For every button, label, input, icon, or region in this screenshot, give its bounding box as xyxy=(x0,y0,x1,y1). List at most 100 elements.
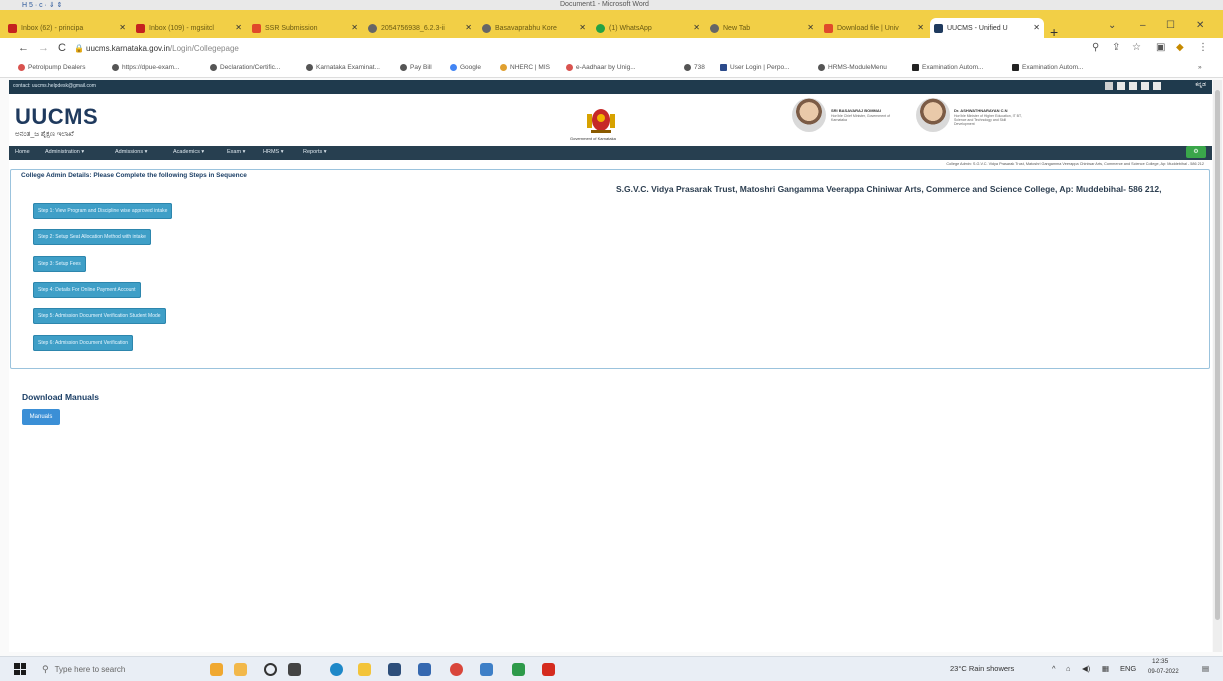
settings-button[interactable]: ⚙ xyxy=(1186,146,1206,158)
close-icon[interactable]: ✕ xyxy=(917,23,924,32)
menu-administration[interactable]: Administration ▾ xyxy=(45,149,84,155)
taskbar-search[interactable]: ⚲ Type here to search xyxy=(42,661,192,677)
share-icon[interactable]: ⇪ xyxy=(1112,42,1120,53)
reload-icon[interactable]: C xyxy=(58,42,66,54)
menu-reports[interactable]: Reports ▾ xyxy=(303,149,327,155)
step-6-button[interactable]: Step 6: Admission Document Verification xyxy=(33,335,134,351)
clock-date[interactable]: 09-07-2022 xyxy=(1148,669,1179,675)
weather-status[interactable]: 23°C Rain showers xyxy=(950,664,1014,673)
bookmark-exam-auto-1[interactable]: Examination Autom... xyxy=(912,64,983,71)
back-icon[interactable]: ← xyxy=(18,42,29,54)
network-icon[interactable]: ⌂ xyxy=(1066,664,1071,673)
contrast-icon[interactable] xyxy=(1141,82,1149,90)
notification-icon[interactable]: ▤ xyxy=(1202,664,1209,673)
acrobat-icon[interactable] xyxy=(542,663,555,676)
close-icon[interactable]: ✕ xyxy=(579,23,586,32)
extension-icon[interactable]: ◆ xyxy=(1176,42,1184,53)
photos-icon[interactable] xyxy=(480,663,493,676)
close-icon[interactable]: ✕ xyxy=(807,23,814,32)
bookmark-eaadhaar[interactable]: e-Aadhaar by Unig... xyxy=(566,64,636,71)
chrome-taskbar-icon[interactable] xyxy=(450,663,463,676)
bookmark-icon xyxy=(566,64,573,71)
close-icon[interactable]: ✕ xyxy=(465,23,472,32)
bookmark-nherc[interactable]: NHERC | MIS xyxy=(500,64,550,71)
store-icon[interactable] xyxy=(388,663,401,676)
language-toggle[interactable]: ಕನ್ನಡ xyxy=(1195,82,1206,89)
menu-dots-icon[interactable]: ⋮ xyxy=(1198,42,1208,53)
step-4-button[interactable]: Step 4: Details For Online Payment Accou… xyxy=(33,282,141,298)
bookmark-petrolpump[interactable]: Petrolpump Dealers xyxy=(18,64,85,71)
tab-new-tab[interactable]: New Tab ✕ xyxy=(706,18,818,38)
font-size-icon[interactable] xyxy=(1105,82,1113,90)
page-scrollbar[interactable] xyxy=(1213,80,1222,652)
cortana-icon[interactable] xyxy=(264,663,277,676)
close-window-icon[interactable]: ✕ xyxy=(1196,20,1204,31)
clock-time[interactable]: 12:35 xyxy=(1152,658,1168,665)
menu-academics[interactable]: Academics ▾ xyxy=(173,149,204,155)
bookmark-dpue[interactable]: https://dpue-exam... xyxy=(112,64,179,71)
widgets-icon[interactable] xyxy=(210,663,223,676)
minimize-icon[interactable]: – xyxy=(1140,20,1146,31)
bookmark-user-login[interactable]: User Login | Perpo... xyxy=(720,64,790,71)
step-3-button[interactable]: Step 3: Setup Fees xyxy=(33,256,86,272)
tab-basavaprabhu-kore[interactable]: Basavaprabhu Kore ✕ xyxy=(478,18,590,38)
weather-app-icon[interactable] xyxy=(234,663,247,676)
contact-email[interactable]: contact: uucms.helpdesk@gmail.com xyxy=(13,83,96,89)
url-field[interactable]: uucms.karnataka.gov.in/Login/Collegepage xyxy=(86,44,239,53)
excel-icon[interactable] xyxy=(512,663,525,676)
file-explorer-icon[interactable] xyxy=(358,663,371,676)
close-icon[interactable]: ✕ xyxy=(693,23,700,32)
tab-search-icon[interactable]: ⌄ xyxy=(1108,20,1116,31)
globe-icon xyxy=(210,64,217,71)
tab-inbox-mgsiitcl[interactable]: Inbox (109) - mgsiitcl ✕ xyxy=(132,18,246,38)
tab-switch-icon[interactable]: ▣ xyxy=(1156,42,1165,53)
windows-start-icon[interactable] xyxy=(14,663,26,675)
bookmark-icon xyxy=(912,64,919,71)
edge-icon[interactable] xyxy=(330,663,343,676)
close-icon[interactable]: ✕ xyxy=(1033,23,1040,32)
keyboard-icon[interactable]: ▦ xyxy=(1102,664,1109,673)
font-size-icon[interactable] xyxy=(1117,82,1125,90)
bookmarks-overflow-icon[interactable]: » xyxy=(1198,64,1202,71)
bookmark-paybill[interactable]: Pay Bill xyxy=(400,64,432,71)
uucms-logo[interactable]: UUCMS xyxy=(15,104,98,130)
font-size-icon[interactable] xyxy=(1129,82,1137,90)
close-icon[interactable]: ✕ xyxy=(235,23,242,32)
language-indicator[interactable]: ENG xyxy=(1120,664,1136,673)
bookmark-declaration[interactable]: Declaration/Certific... xyxy=(210,64,280,71)
tab-whatsapp[interactable]: (1) WhatsApp ✕ xyxy=(592,18,704,38)
close-icon[interactable]: ✕ xyxy=(351,23,358,32)
menu-exam[interactable]: Exam ▾ xyxy=(227,149,245,155)
word-quick-access[interactable]: H 5 · c · ⇓ ⇕ xyxy=(22,1,63,9)
bookmark-hrms[interactable]: HRMS-ModuleMenu xyxy=(818,64,887,71)
lock-icon[interactable]: 🔒 xyxy=(74,44,84,53)
close-icon[interactable]: ✕ xyxy=(119,23,126,32)
volume-icon[interactable]: ◀) xyxy=(1082,664,1090,673)
bookmark-google[interactable]: Google xyxy=(450,64,481,71)
menu-home[interactable]: Home xyxy=(15,149,30,155)
tab-uucms-active[interactable]: UUCMS - Unified U ✕ xyxy=(930,18,1044,38)
bookmark-exam-auto-2[interactable]: Examination Autom... xyxy=(1012,64,1083,71)
menu-hrms[interactable]: HRMS ▾ xyxy=(263,149,283,155)
menu-admissions[interactable]: Admissions ▾ xyxy=(115,149,147,155)
tab-file-623[interactable]: 2054756938_6.2.3-ii ✕ xyxy=(364,18,476,38)
forward-icon[interactable]: → xyxy=(38,42,49,54)
tray-chevron-icon[interactable]: ^ xyxy=(1052,664,1056,673)
step-2-button[interactable]: Step 2: Setup Seat Allocation Method wit… xyxy=(33,229,151,245)
zoom-icon[interactable]: ⚲ xyxy=(1092,42,1099,53)
mail-icon[interactable] xyxy=(418,663,431,676)
bookmark-karnataka-exam[interactable]: Karnataka Examinat... xyxy=(306,64,380,71)
maximize-icon[interactable]: ☐ xyxy=(1166,20,1175,31)
globe-icon xyxy=(684,64,691,71)
star-icon[interactable]: ☆ xyxy=(1132,42,1141,53)
bookmark-738[interactable]: 738 xyxy=(684,64,705,71)
manuals-button[interactable]: Manuals xyxy=(22,409,60,425)
tab-inbox-principal[interactable]: Inbox (62) - principa ✕ xyxy=(4,18,130,38)
step-5-button[interactable]: Step 5: Admission Document Verification … xyxy=(33,308,166,324)
task-view-icon[interactable] xyxy=(288,663,301,676)
tab-ssr-submission[interactable]: SSR Submission ✕ xyxy=(248,18,362,38)
tab-download-file[interactable]: Download file | Univ ✕ xyxy=(820,18,928,38)
step-1-button[interactable]: Step 1: View Program and Discipline wise… xyxy=(33,203,173,219)
contrast-icon[interactable] xyxy=(1153,82,1161,90)
scrollbar-thumb[interactable] xyxy=(1215,90,1220,620)
